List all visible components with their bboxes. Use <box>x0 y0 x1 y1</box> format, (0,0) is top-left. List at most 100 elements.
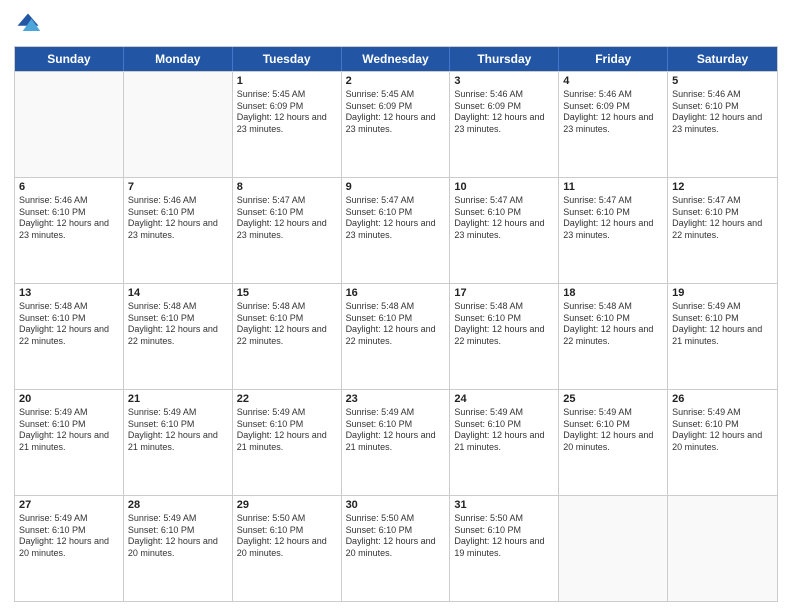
day-info: Sunrise: 5:48 AM Sunset: 6:10 PM Dayligh… <box>19 301 119 348</box>
day-cell-19: 19 Sunrise: 5:49 AM Sunset: 6:10 PM Dayli… <box>668 284 777 389</box>
day-cell-16: 16 Sunrise: 5:48 AM Sunset: 6:10 PM Dayli… <box>342 284 451 389</box>
calendar: SundayMondayTuesdayWednesdayThursdayFrid… <box>14 46 778 602</box>
empty-cell <box>559 496 668 601</box>
day-info: Sunrise: 5:46 AM Sunset: 6:10 PM Dayligh… <box>128 195 228 242</box>
day-number: 11 <box>563 181 663 193</box>
day-cell-14: 14 Sunrise: 5:48 AM Sunset: 6:10 PM Dayli… <box>124 284 233 389</box>
day-cell-28: 28 Sunrise: 5:49 AM Sunset: 6:10 PM Dayli… <box>124 496 233 601</box>
day-info: Sunrise: 5:49 AM Sunset: 6:10 PM Dayligh… <box>19 407 119 454</box>
day-cell-2: 2 Sunrise: 5:45 AM Sunset: 6:09 PM Daylig… <box>342 72 451 177</box>
day-number: 14 <box>128 287 228 299</box>
day-info: Sunrise: 5:45 AM Sunset: 6:09 PM Dayligh… <box>237 89 337 136</box>
day-info: Sunrise: 5:50 AM Sunset: 6:10 PM Dayligh… <box>346 513 446 560</box>
day-cell-10: 10 Sunrise: 5:47 AM Sunset: 6:10 PM Dayli… <box>450 178 559 283</box>
day-number: 3 <box>454 75 554 87</box>
day-cell-15: 15Sunrise: 5:48 AM Sunset: 6:10 PM Dayli… <box>233 284 342 389</box>
day-cell-27: 27 Sunrise: 5:49 AM Sunset: 6:10 PM Dayli… <box>15 496 124 601</box>
logo-icon <box>14 10 42 38</box>
day-number: 22 <box>237 393 337 405</box>
day-info: Sunrise: 5:49 AM Sunset: 6:10 PM Dayligh… <box>454 407 554 454</box>
day-cell-29: 29 Sunrise: 5:50 AM Sunset: 6:10 PM Dayli… <box>233 496 342 601</box>
day-number: 23 <box>346 393 446 405</box>
day-cell-24: 24 Sunrise: 5:49 AM Sunset: 6:10 PM Dayli… <box>450 390 559 495</box>
day-number: 25 <box>563 393 663 405</box>
day-header-tuesday: Tuesday <box>233 47 342 71</box>
day-cell-12: 12 Sunrise: 5:47 AM Sunset: 6:10 PM Dayli… <box>668 178 777 283</box>
day-cell-20: 20Sunrise: 5:49 AM Sunset: 6:10 PM Dayli… <box>15 390 124 495</box>
empty-cell <box>668 496 777 601</box>
calendar-body: 1 Sunrise: 5:45 AM Sunset: 6:09 PM Daylig… <box>15 71 777 601</box>
logo <box>14 10 46 38</box>
day-cell-13: 13 Sunrise: 5:48 AM Sunset: 6:10 PM Dayli… <box>15 284 124 389</box>
day-number: 30 <box>346 499 446 511</box>
empty-cell <box>15 72 124 177</box>
day-number: 18 <box>563 287 663 299</box>
day-cell-17: 17Sunrise: 5:48 AM Sunset: 6:10 PM Dayli… <box>450 284 559 389</box>
day-info: Sunrise: 5:49 AM Sunset: 6:10 PM Dayligh… <box>672 407 773 454</box>
day-cell-5: 5Sunrise: 5:46 AM Sunset: 6:10 PM Daylig… <box>668 72 777 177</box>
day-cell-18: 18 Sunrise: 5:48 AM Sunset: 6:10 PM Dayli… <box>559 284 668 389</box>
day-info: Sunrise: 5:49 AM Sunset: 6:10 PM Dayligh… <box>563 407 663 454</box>
day-cell-30: 30 Sunrise: 5:50 AM Sunset: 6:10 PM Dayli… <box>342 496 451 601</box>
day-number: 27 <box>19 499 119 511</box>
day-cell-4: 4Sunrise: 5:46 AM Sunset: 6:09 PM Daylig… <box>559 72 668 177</box>
week-row-5: 27 Sunrise: 5:49 AM Sunset: 6:10 PM Dayli… <box>15 495 777 601</box>
day-number: 28 <box>128 499 228 511</box>
day-number: 24 <box>454 393 554 405</box>
day-info: Sunrise: 5:50 AM Sunset: 6:10 PM Dayligh… <box>454 513 554 560</box>
day-cell-21: 21Sunrise: 5:49 AM Sunset: 6:10 PM Dayli… <box>124 390 233 495</box>
day-info: Sunrise: 5:49 AM Sunset: 6:10 PM Dayligh… <box>19 513 119 560</box>
day-cell-9: 9 Sunrise: 5:47 AM Sunset: 6:10 PM Daylig… <box>342 178 451 283</box>
day-cell-6: 6Sunrise: 5:46 AM Sunset: 6:10 PM Daylig… <box>15 178 124 283</box>
day-cell-1: 1 Sunrise: 5:45 AM Sunset: 6:09 PM Daylig… <box>233 72 342 177</box>
day-info: Sunrise: 5:47 AM Sunset: 6:10 PM Dayligh… <box>454 195 554 242</box>
day-cell-23: 23 Sunrise: 5:49 AM Sunset: 6:10 PM Dayli… <box>342 390 451 495</box>
day-number: 26 <box>672 393 773 405</box>
day-info: Sunrise: 5:50 AM Sunset: 6:10 PM Dayligh… <box>237 513 337 560</box>
day-info: Sunrise: 5:46 AM Sunset: 6:10 PM Dayligh… <box>672 89 773 136</box>
day-info: Sunrise: 5:48 AM Sunset: 6:10 PM Dayligh… <box>346 301 446 348</box>
day-number: 2 <box>346 75 446 87</box>
day-info: Sunrise: 5:46 AM Sunset: 6:10 PM Dayligh… <box>19 195 119 242</box>
day-number: 15 <box>237 287 337 299</box>
day-info: Sunrise: 5:49 AM Sunset: 6:10 PM Dayligh… <box>672 301 773 348</box>
day-number: 19 <box>672 287 773 299</box>
week-row-4: 20Sunrise: 5:49 AM Sunset: 6:10 PM Dayli… <box>15 389 777 495</box>
page: SundayMondayTuesdayWednesdayThursdayFrid… <box>0 0 792 612</box>
day-cell-26: 26 Sunrise: 5:49 AM Sunset: 6:10 PM Dayli… <box>668 390 777 495</box>
day-cell-11: 11 Sunrise: 5:47 AM Sunset: 6:10 PM Dayli… <box>559 178 668 283</box>
day-number: 31 <box>454 499 554 511</box>
day-header-wednesday: Wednesday <box>342 47 451 71</box>
header <box>14 10 778 38</box>
day-cell-31: 31 Sunrise: 5:50 AM Sunset: 6:10 PM Dayli… <box>450 496 559 601</box>
week-row-1: 1 Sunrise: 5:45 AM Sunset: 6:09 PM Daylig… <box>15 71 777 177</box>
day-info: Sunrise: 5:49 AM Sunset: 6:10 PM Dayligh… <box>128 513 228 560</box>
day-number: 29 <box>237 499 337 511</box>
day-info: Sunrise: 5:47 AM Sunset: 6:10 PM Dayligh… <box>346 195 446 242</box>
day-info: Sunrise: 5:46 AM Sunset: 6:09 PM Dayligh… <box>454 89 554 136</box>
day-number: 8 <box>237 181 337 193</box>
day-cell-8: 8Sunrise: 5:47 AM Sunset: 6:10 PM Daylig… <box>233 178 342 283</box>
day-number: 16 <box>346 287 446 299</box>
day-number: 9 <box>346 181 446 193</box>
day-number: 12 <box>672 181 773 193</box>
day-header-saturday: Saturday <box>668 47 777 71</box>
week-row-2: 6Sunrise: 5:46 AM Sunset: 6:10 PM Daylig… <box>15 177 777 283</box>
day-info: Sunrise: 5:48 AM Sunset: 6:10 PM Dayligh… <box>563 301 663 348</box>
day-info: Sunrise: 5:47 AM Sunset: 6:10 PM Dayligh… <box>672 195 773 242</box>
day-cell-25: 25 Sunrise: 5:49 AM Sunset: 6:10 PM Dayli… <box>559 390 668 495</box>
day-number: 4 <box>563 75 663 87</box>
day-info: Sunrise: 5:49 AM Sunset: 6:10 PM Dayligh… <box>346 407 446 454</box>
day-info: Sunrise: 5:45 AM Sunset: 6:09 PM Dayligh… <box>346 89 446 136</box>
day-cell-22: 22 Sunrise: 5:49 AM Sunset: 6:10 PM Dayli… <box>233 390 342 495</box>
day-info: Sunrise: 5:48 AM Sunset: 6:10 PM Dayligh… <box>128 301 228 348</box>
day-number: 1 <box>237 75 337 87</box>
day-header-monday: Monday <box>124 47 233 71</box>
day-number: 13 <box>19 287 119 299</box>
day-number: 10 <box>454 181 554 193</box>
empty-cell <box>124 72 233 177</box>
day-info: Sunrise: 5:49 AM Sunset: 6:10 PM Dayligh… <box>237 407 337 454</box>
day-header-sunday: Sunday <box>15 47 124 71</box>
day-info: Sunrise: 5:47 AM Sunset: 6:10 PM Dayligh… <box>563 195 663 242</box>
day-header-friday: Friday <box>559 47 668 71</box>
